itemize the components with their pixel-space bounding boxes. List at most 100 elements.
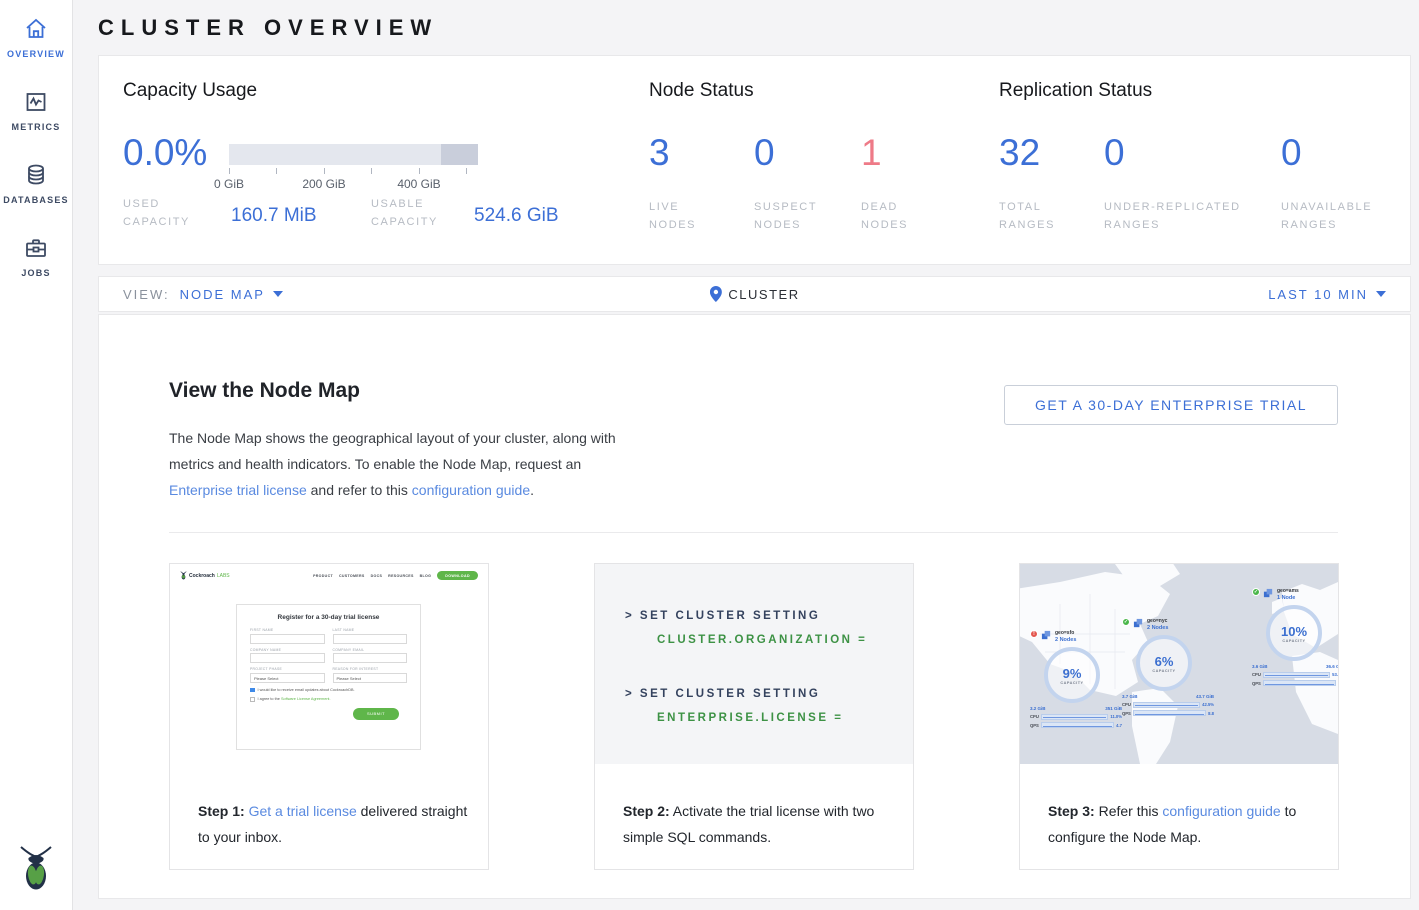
- capacity-tick: [324, 168, 325, 174]
- under-replicated-ranges-value: 0: [1104, 132, 1125, 174]
- enterprise-trial-button[interactable]: GET A 30-DAY ENTERPRISE TRIAL: [1004, 385, 1338, 425]
- mini-site-nav-item: BLOG: [420, 574, 432, 578]
- qps-sparkline: [1041, 722, 1114, 728]
- locality-nyc: ✓ geo=nyc 2 Nodes 6% CAPACITY: [1122, 618, 1214, 716]
- cpu-sparkline: [1041, 714, 1108, 720]
- description-text: and refer to this: [307, 482, 412, 498]
- step3-prefix: Step 3:: [1048, 803, 1095, 819]
- used-capacity-label: USED CAPACITY: [123, 195, 203, 231]
- checkbox-empty-icon: [250, 697, 255, 702]
- sidebar-item-label: METRICS: [12, 122, 61, 132]
- step3-card: ! geo=sfo 2 Nodes 9% CAPACITY: [1019, 563, 1339, 870]
- step1-preview-image: Cockroach LABS PRODUCT CUSTOMERS DOCS RE…: [170, 564, 488, 764]
- cpu-label: CPU: [1252, 672, 1261, 677]
- get-trial-license-link[interactable]: Get a trial license: [249, 803, 357, 819]
- sidebar-item-databases[interactable]: DATABASES: [3, 162, 68, 205]
- gauge-percent: 10%: [1281, 624, 1307, 639]
- description-text: The Node Map shows the geographical layo…: [169, 430, 616, 472]
- sql-setting-line: ENTERPRISE.LICENSE =: [657, 712, 843, 724]
- suspect-nodes-value: 0: [754, 132, 775, 174]
- divider: [169, 532, 1338, 533]
- chevron-down-icon: [273, 291, 283, 297]
- cpu-value: 42.5%: [1202, 702, 1214, 707]
- sidebar-item-label: OVERVIEW: [7, 49, 65, 59]
- location-pin-icon: [709, 286, 721, 302]
- capacity-tick: [466, 168, 467, 174]
- capacity-tick: [419, 168, 420, 174]
- cpu-label: CPU: [1030, 714, 1039, 719]
- view-dropdown-value: NODE MAP: [180, 287, 265, 302]
- step3-pre-link: Refer this: [1095, 803, 1163, 819]
- gauge-label: CAPACITY: [1060, 681, 1083, 685]
- mini-select: Please Select: [333, 673, 408, 683]
- locality-name: geo=nyc: [1147, 618, 1168, 625]
- qps-label: QPS: [1122, 711, 1131, 716]
- sidebar: OVERVIEW METRICS DATABASES: [0, 0, 73, 910]
- live-nodes-label: LIVE NODES: [649, 198, 719, 234]
- total-ranges-label: TOTAL RANGES: [999, 198, 1079, 234]
- mini-site-form-title: Register for a 30-day trial license: [250, 614, 407, 621]
- step1-text: Step 1: Get a trial license delivered st…: [198, 798, 480, 850]
- sidebar-item-jobs[interactable]: JOBS: [21, 235, 50, 278]
- step2-prefix: Step 2:: [623, 803, 670, 819]
- sidebar-item-metrics[interactable]: METRICS: [12, 89, 61, 132]
- mini-field-label: COMPANY NAME: [250, 648, 325, 652]
- step2-code-preview: > SET CLUSTER SETTING CLUSTER.ORGANIZATI…: [595, 564, 913, 764]
- locality-node-count: 2 Nodes: [1147, 625, 1168, 632]
- node-status-title: Node Status: [649, 80, 754, 102]
- total-ranges-value: 32: [999, 132, 1040, 174]
- dead-nodes-label: DEAD NODES: [861, 198, 931, 234]
- time-range-dropdown[interactable]: LAST 10 MIN: [1268, 287, 1410, 302]
- node-map-card: View the Node Map The Node Map shows the…: [98, 314, 1411, 899]
- usable-capacity-label: USABLE CAPACITY: [371, 195, 463, 231]
- capacity-used: 3.7 GiB: [1122, 694, 1138, 699]
- sidebar-item-label: DATABASES: [3, 195, 68, 205]
- step3-text: Step 3: Refer this configuration guide t…: [1048, 798, 1330, 850]
- gauge-percent: 6%: [1155, 654, 1174, 669]
- mini-select: Please Select: [250, 673, 325, 683]
- mini-field-label: COMPANY EMAIL: [333, 648, 408, 652]
- view-dropdown[interactable]: NODE MAP: [180, 287, 283, 302]
- capacity-tick: [371, 168, 372, 174]
- mini-site-download-button: DOWNLOAD: [437, 571, 478, 580]
- node-map-description: The Node Map shows the geographical layo…: [169, 425, 639, 503]
- time-range-value: LAST 10 MIN: [1268, 287, 1368, 302]
- mini-input: [333, 653, 408, 663]
- step2-text: Step 2: Activate the trial license with …: [623, 798, 905, 850]
- locality-node-count: 1 Node: [1277, 595, 1299, 602]
- cockroach-labs-logo-icon: [180, 571, 187, 580]
- nodes-cube-icon: [1133, 618, 1144, 629]
- location-breadcrumb: CLUSTER: [709, 277, 799, 311]
- cpu-value: 53.3%: [1332, 672, 1338, 677]
- cpu-sparkline: [1263, 672, 1330, 678]
- capacity-total: 351 GiB: [1105, 706, 1122, 711]
- mini-checkbox-row: I agree to the Software License Agreemen…: [250, 697, 407, 702]
- mini-site-trial-form: Register for a 30-day trial license FIRS…: [236, 604, 421, 750]
- checkbox-checked-icon: [250, 688, 255, 693]
- chevron-down-icon: [1376, 291, 1386, 297]
- capacity-gauge: 10% CAPACITY: [1266, 605, 1322, 661]
- capacity-gauge: 6% CAPACITY: [1136, 635, 1192, 691]
- capacity-percent: 0.0%: [123, 132, 207, 174]
- locality-ams: ✓ geo=ams 1 Node 10% CAPACITY: [1252, 588, 1338, 686]
- configuration-guide-link[interactable]: configuration guide: [1162, 803, 1280, 819]
- enterprise-trial-license-link[interactable]: Enterprise trial license: [169, 482, 307, 498]
- mini-field-label: FIRST NAME: [250, 628, 325, 632]
- step1-card: Cockroach LABS PRODUCT CUSTOMERS DOCS RE…: [169, 563, 489, 870]
- capacity-bar: [229, 144, 478, 165]
- configuration-guide-link[interactable]: configuration guide: [412, 482, 530, 498]
- sidebar-item-overview[interactable]: OVERVIEW: [7, 16, 65, 59]
- home-icon: [23, 16, 49, 42]
- location-label: CLUSTER: [728, 287, 799, 302]
- step1-prefix: Step 1:: [198, 803, 245, 819]
- description-text: .: [530, 482, 534, 498]
- live-nodes-value: 3: [649, 132, 670, 174]
- replication-status-title: Replication Status: [999, 80, 1152, 102]
- capacity-total: 36.6 GiB: [1326, 664, 1338, 669]
- mini-checkbox-label: I agree to the Software License Agreemen…: [258, 697, 331, 701]
- suspect-nodes-label: SUSPECT NODES: [754, 198, 834, 234]
- page-title: CLUSTER OVERVIEW: [98, 15, 1411, 41]
- mini-site-nav: PRODUCT CUSTOMERS DOCS RESOURCES BLOG DO…: [313, 571, 478, 580]
- used-capacity-value: 160.7 MiB: [231, 205, 317, 227]
- mini-checkbox-label: I would like to receive email updates ab…: [258, 688, 355, 692]
